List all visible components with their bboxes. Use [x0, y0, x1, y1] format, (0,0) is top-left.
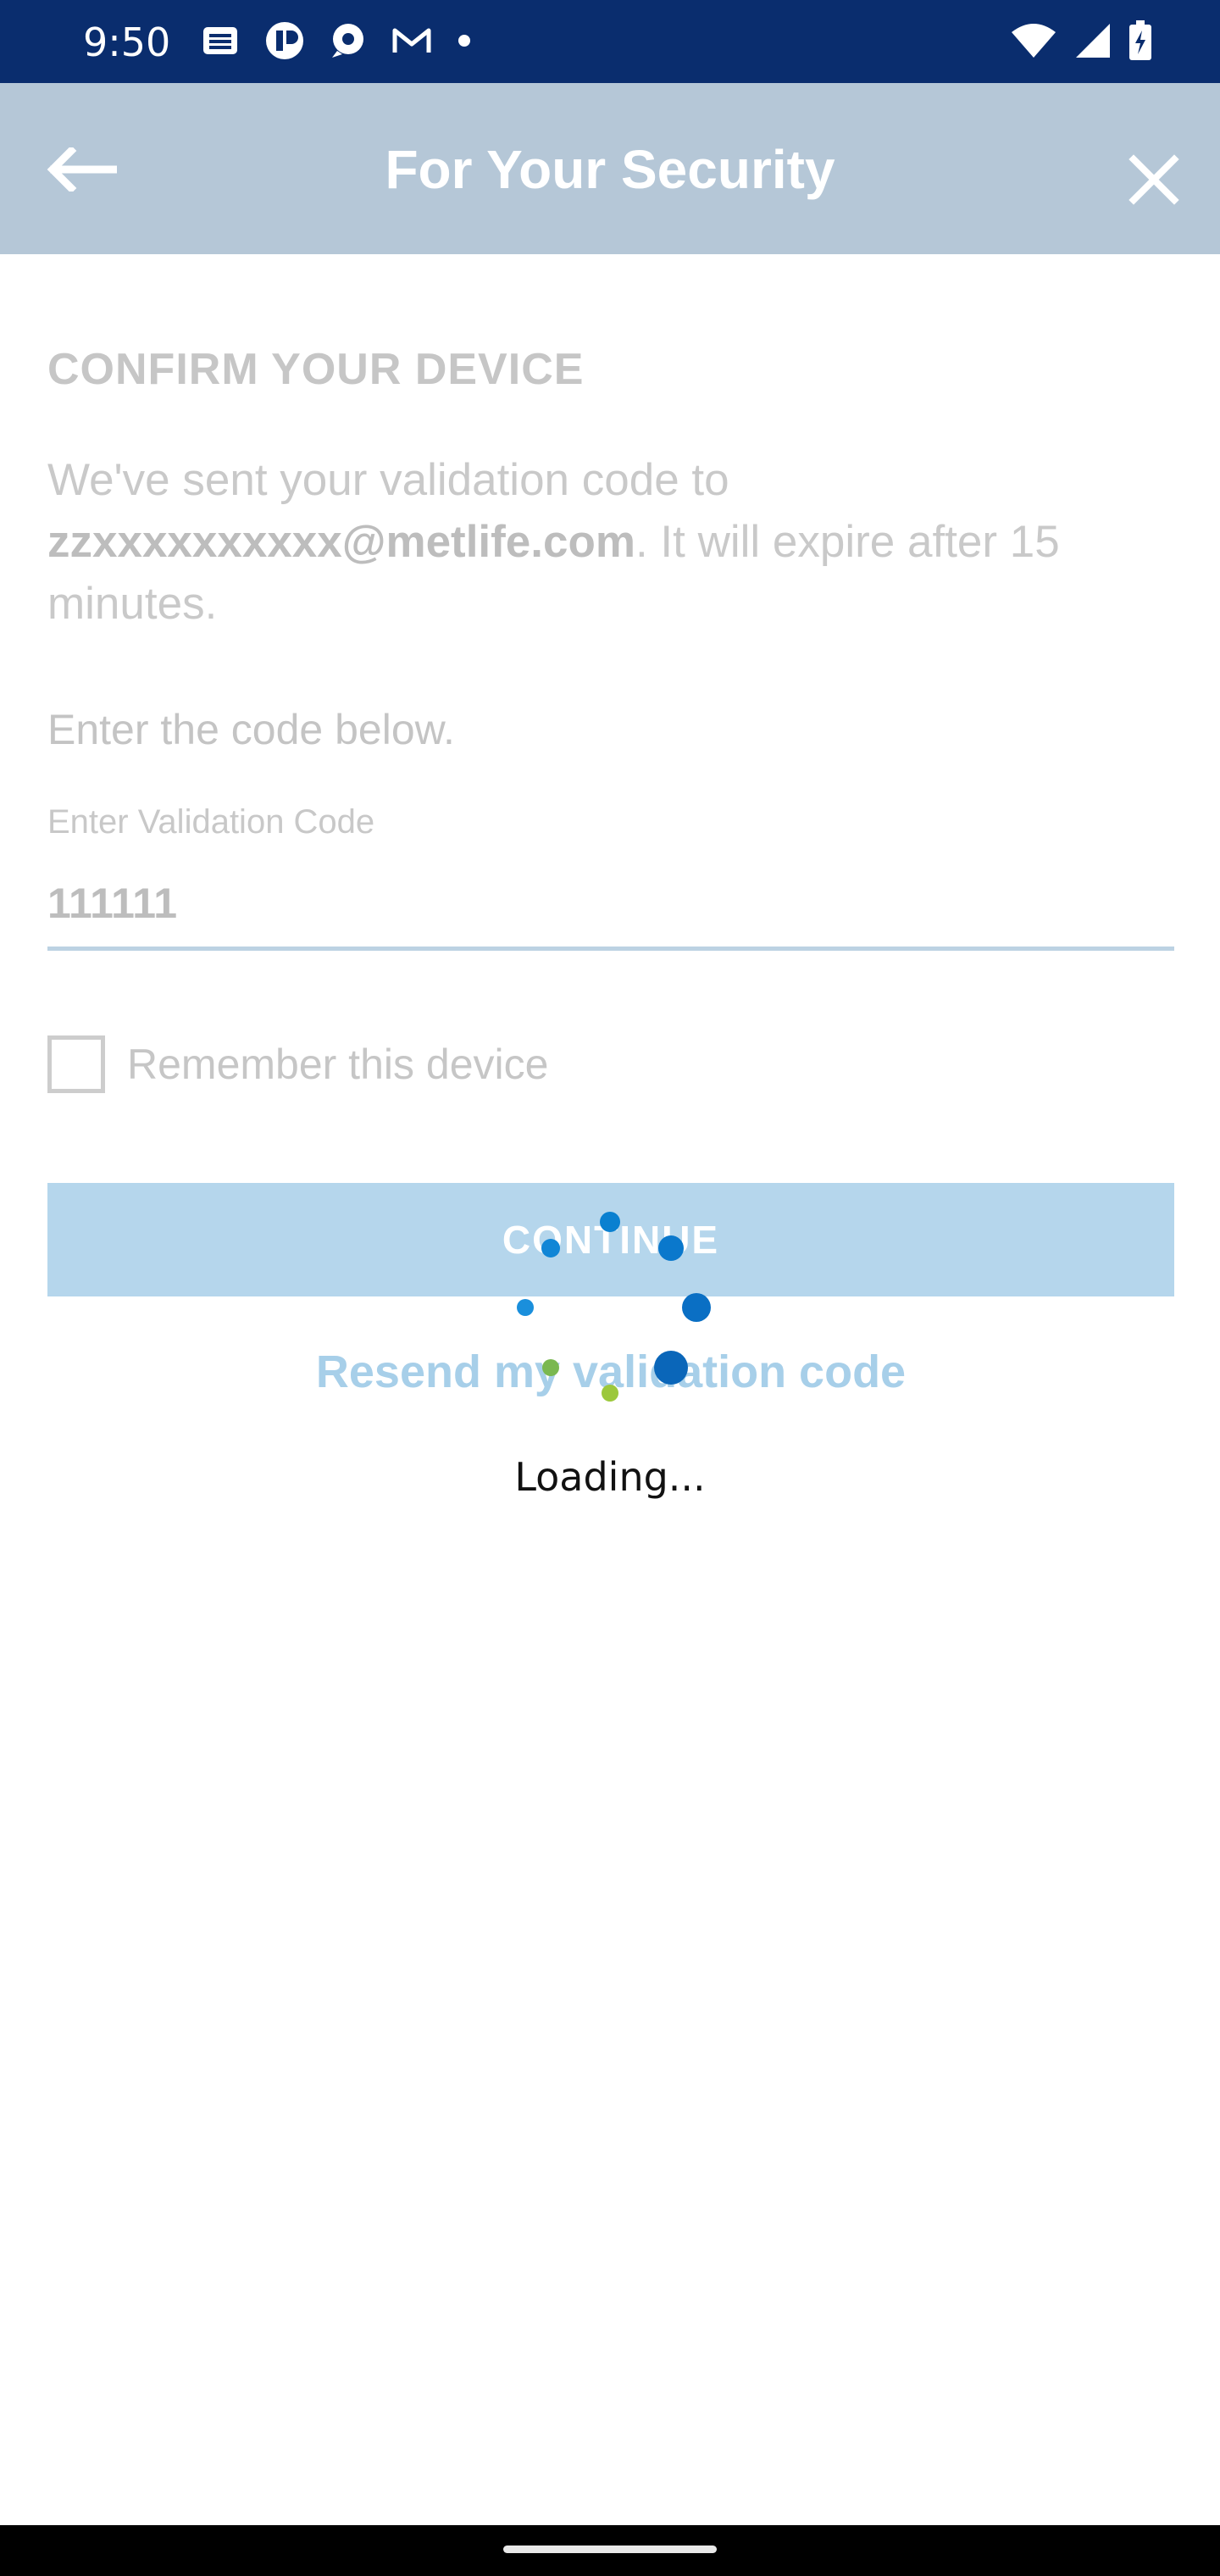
- wifi-icon: [1010, 22, 1057, 64]
- remember-device-checkbox[interactable]: [47, 1035, 105, 1093]
- email-address: zzxxxxxxxxxx@metlife.com: [47, 517, 635, 567]
- signal-icon: [1074, 22, 1112, 64]
- spinner-dot: [682, 1293, 711, 1322]
- app-header: For Your Security: [0, 83, 1220, 254]
- validation-message: We've sent your validation code to zzxxx…: [47, 449, 1166, 635]
- validation-code-input[interactable]: [47, 859, 1174, 951]
- app-icon: [264, 20, 305, 65]
- message-prefix: We've sent your validation code to: [47, 455, 729, 505]
- dot-icon: [458, 34, 471, 52]
- close-icon: [1128, 154, 1179, 205]
- nav-bar: [0, 2525, 1220, 2576]
- continue-button[interactable]: CONTINUE: [47, 1183, 1174, 1296]
- home-indicator[interactable]: [503, 2545, 717, 2553]
- gmail-icon: [391, 25, 432, 60]
- close-button[interactable]: [1118, 144, 1190, 215]
- validation-code-label: Enter Validation Code: [47, 803, 375, 841]
- status-time: 9:50: [83, 19, 171, 65]
- notification-icons: [202, 20, 471, 64]
- remember-device-label: Remember this device: [127, 1041, 549, 1088]
- news-icon: [202, 24, 239, 62]
- resend-code-link[interactable]: Resend my validation code: [47, 1346, 1174, 1398]
- battery-icon: [1128, 19, 1152, 65]
- remember-device-row[interactable]: Remember this device: [47, 1030, 548, 1098]
- status-bar: 9:50: [0, 0, 1220, 83]
- enter-code-prompt: Enter the code below.: [47, 706, 455, 753]
- section-heading: CONFIRM YOUR DEVICE: [47, 345, 585, 394]
- page-title: For Your Security: [385, 139, 835, 200]
- spinner-dot: [517, 1299, 534, 1316]
- pin-icon: [330, 22, 366, 64]
- loading-text: Loading...: [514, 1454, 706, 1500]
- system-icons: [1010, 19, 1152, 65]
